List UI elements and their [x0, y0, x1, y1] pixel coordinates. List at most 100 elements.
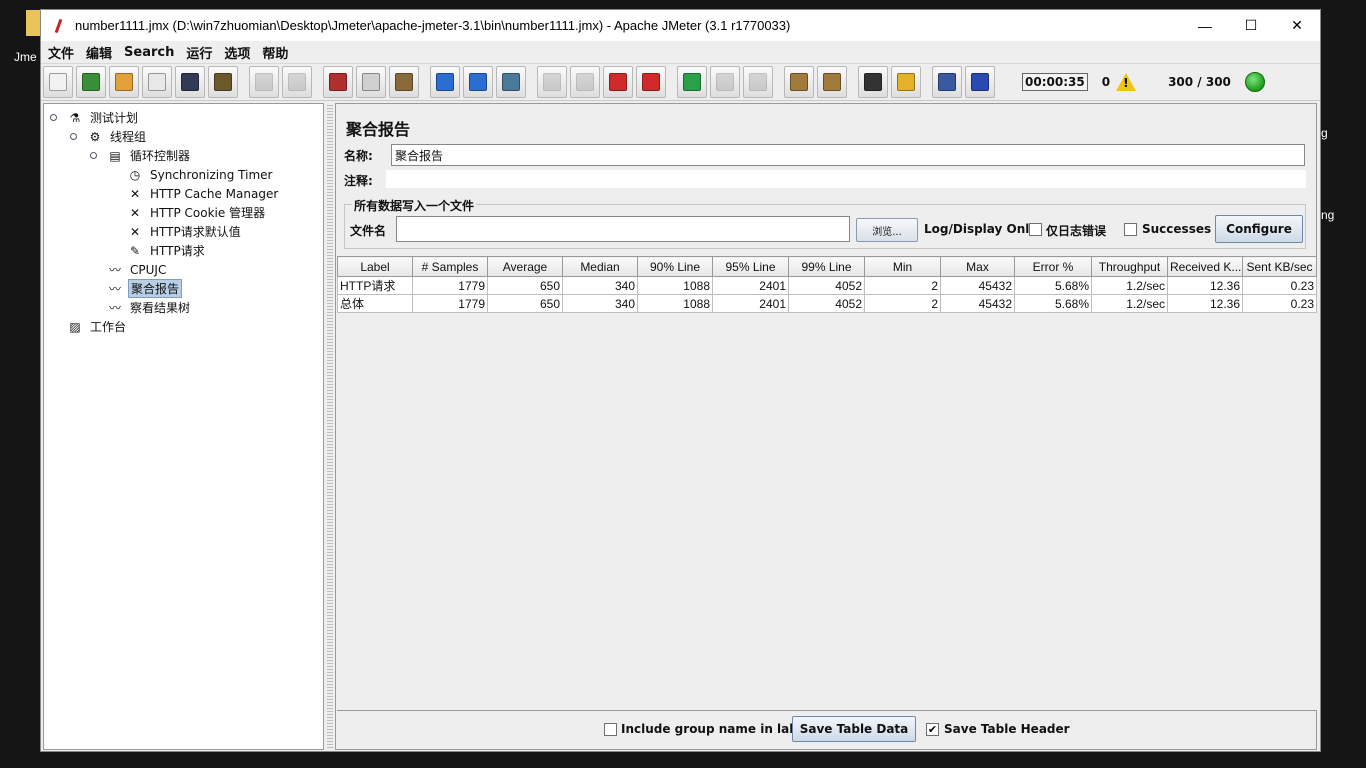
- config-wrench-icon: ✕: [129, 224, 141, 239]
- save-table-data-button[interactable]: Save Table Data: [792, 716, 916, 742]
- clear-all-button[interactable]: [817, 66, 847, 98]
- table-cell: 650: [487, 276, 563, 295]
- tree-expand-handle-icon[interactable]: [50, 114, 57, 121]
- copy-button[interactable]: [356, 66, 386, 98]
- table-cell: 1.2/sec: [1091, 294, 1168, 313]
- remote-stop-button[interactable]: [710, 66, 740, 98]
- browse-button[interactable]: 浏览...: [856, 218, 918, 242]
- tree-node[interactable]: ▤ 循环控制器: [106, 146, 192, 165]
- column-header[interactable]: Median: [562, 256, 638, 277]
- column-header[interactable]: Received K...: [1167, 256, 1243, 277]
- menu-bar: 文件 编辑 Search 运行 选项 帮助: [41, 41, 1320, 63]
- minimize-button[interactable]: —: [1182, 10, 1228, 41]
- tree-node[interactable]: 〰察看结果树: [106, 298, 192, 317]
- name-field[interactable]: 聚合报告: [391, 144, 1305, 166]
- maximize-button[interactable]: ☐: [1228, 10, 1274, 41]
- start-no-pause-button[interactable]: [570, 66, 600, 98]
- tree-node[interactable]: ✕ HTTP请求默认值: [126, 222, 243, 241]
- collapse-button[interactable]: [463, 66, 493, 98]
- column-header[interactable]: 99% Line: [788, 256, 865, 277]
- elapsed-timer: 00:00:35: [1022, 73, 1088, 91]
- templates-button[interactable]: [76, 66, 106, 98]
- column-header[interactable]: Label: [337, 256, 413, 277]
- undo-button[interactable]: [249, 66, 279, 98]
- tree-node[interactable]: 〰 CPUJC: [106, 260, 168, 279]
- warning-icon[interactable]: [1116, 73, 1137, 91]
- tree-node-label: HTTP请求: [150, 244, 205, 258]
- table-row[interactable]: HTTP请求 1779 650 340 1088 2401 4052 2 45432 5.68% 1…: [337, 276, 1317, 295]
- tree-node[interactable]: ▨ 工作台: [66, 317, 128, 336]
- successes-checkbox[interactable]: [1124, 223, 1137, 236]
- column-header[interactable]: Sent KB/sec: [1242, 256, 1317, 277]
- new-button[interactable]: [43, 66, 73, 98]
- close-button[interactable]: ✕: [1274, 10, 1320, 41]
- search-icon: [864, 73, 882, 91]
- pane-splitter[interactable]: [327, 103, 333, 750]
- save-button[interactable]: [175, 66, 205, 98]
- filename-field[interactable]: [396, 216, 850, 242]
- table-cell: 340: [562, 294, 638, 313]
- search-button[interactable]: [858, 66, 888, 98]
- shutdown-button[interactable]: [636, 66, 666, 98]
- menu-run[interactable]: 运行: [185, 43, 219, 62]
- open-icon: [115, 73, 133, 91]
- menu-options[interactable]: 选项: [223, 43, 257, 62]
- column-header[interactable]: 95% Line: [712, 256, 789, 277]
- redo-button[interactable]: [282, 66, 312, 98]
- help-button[interactable]: [965, 66, 995, 98]
- table-cell: HTTP请求: [337, 276, 413, 295]
- errors-only-checkbox[interactable]: [1029, 223, 1042, 236]
- comment-field[interactable]: [386, 170, 1306, 188]
- tree-node[interactable]: 〰聚合报告: [106, 279, 183, 298]
- stop-button[interactable]: [603, 66, 633, 98]
- close-file-button[interactable]: [142, 66, 172, 98]
- new-icon: [49, 73, 67, 91]
- column-header[interactable]: Throughput: [1091, 256, 1168, 277]
- table-body: HTTP请求 1779 650 340 1088 2401 4052 2 45432 5.68% 1…: [337, 276, 1317, 313]
- tree-expand-handle-icon[interactable]: [90, 152, 97, 159]
- toggle-button[interactable]: [496, 66, 526, 98]
- configure-button[interactable]: Configure: [1215, 215, 1303, 243]
- menu-help[interactable]: 帮助: [261, 43, 295, 62]
- menu-edit[interactable]: 编辑: [85, 43, 119, 62]
- comment-label: 注释:: [344, 173, 373, 188]
- save-table-header-checkbox[interactable]: ✔: [926, 723, 939, 736]
- remote-start-button[interactable]: [677, 66, 707, 98]
- column-header[interactable]: Max: [940, 256, 1015, 277]
- column-header[interactable]: 90% Line: [637, 256, 713, 277]
- paste-button[interactable]: [389, 66, 419, 98]
- tree-node[interactable]: ⚗ 测试计划: [66, 108, 140, 127]
- menu-file[interactable]: 文件: [47, 43, 81, 62]
- shutdown-icon: [642, 73, 660, 91]
- expand-button[interactable]: [430, 66, 460, 98]
- tree-expand-handle-icon[interactable]: [70, 133, 77, 140]
- desktop-icon-jmeter[interactable]: Jme: [0, 8, 41, 68]
- cut-button[interactable]: [323, 66, 353, 98]
- tree-node[interactable]: ✕ HTTP Cookie 管理器: [126, 203, 267, 222]
- save-as-button[interactable]: [208, 66, 238, 98]
- table-row[interactable]: 总体 1779 650 340 1088 2401 4052 2 45432 5.68% 1.2/s…: [337, 294, 1317, 313]
- tree-node[interactable]: ✎ HTTP请求: [126, 241, 207, 260]
- column-header[interactable]: Average: [487, 256, 563, 277]
- open-button[interactable]: [109, 66, 139, 98]
- include-group-checkbox[interactable]: [604, 723, 617, 736]
- function-helper-button[interactable]: [932, 66, 962, 98]
- thread-group-icon: ⚙: [89, 129, 101, 144]
- tree-node[interactable]: ✕ HTTP Cache Manager: [126, 184, 280, 203]
- filename-label: 文件名: [350, 224, 387, 238]
- title-bar[interactable]: number1111.jmx (D:\win7zhuomian\Desktop\…: [41, 10, 1320, 41]
- start-button[interactable]: [537, 66, 567, 98]
- column-header[interactable]: Min: [864, 256, 941, 277]
- help-icon: [971, 73, 989, 91]
- tree-node[interactable]: ⚙ 线程组: [86, 127, 148, 146]
- clear-all-icon: [823, 73, 841, 91]
- menu-search[interactable]: Search: [123, 45, 181, 60]
- remote-shutdown-button[interactable]: [743, 66, 773, 98]
- column-header[interactable]: Error %: [1014, 256, 1092, 277]
- reset-search-button[interactable]: [891, 66, 921, 98]
- test-plan-tree: ⚗ 测试计划 ⚙ 线程组 ▤ 循环控制器 ◷ Synchronizing Timer ✕ HTTP…: [43, 103, 324, 750]
- clear-button[interactable]: [784, 66, 814, 98]
- tree-node[interactable]: ◷ Synchronizing Timer: [126, 165, 274, 184]
- column-header[interactable]: # Samples: [412, 256, 488, 277]
- table-cell: 2401: [712, 294, 789, 313]
